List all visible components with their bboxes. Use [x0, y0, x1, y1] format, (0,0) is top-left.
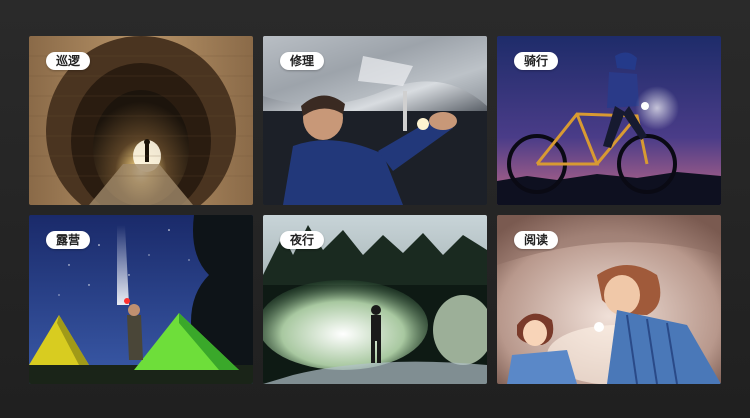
scene-label-camping: 露营 [46, 231, 91, 249]
scene-label-cycling: 骑行 [514, 52, 559, 70]
usage-scenes-grid: 巡逻 修理 骑行 露营 夜行 阅读 [0, 0, 750, 418]
scene-card-camping: 露营 [29, 215, 253, 384]
scene-card-patrol: 巡逻 [29, 36, 253, 205]
scene-label-patrol: 巡逻 [46, 52, 91, 70]
scene-card-repair: 修理 [263, 36, 487, 205]
scene-label-night-walk: 夜行 [280, 231, 325, 249]
scene-card-night-walk: 夜行 [263, 215, 487, 384]
scene-card-cycling: 骑行 [497, 36, 721, 205]
scene-label-reading: 阅读 [514, 231, 559, 249]
scene-label-repair: 修理 [280, 52, 325, 70]
scene-card-reading: 阅读 [497, 215, 721, 384]
